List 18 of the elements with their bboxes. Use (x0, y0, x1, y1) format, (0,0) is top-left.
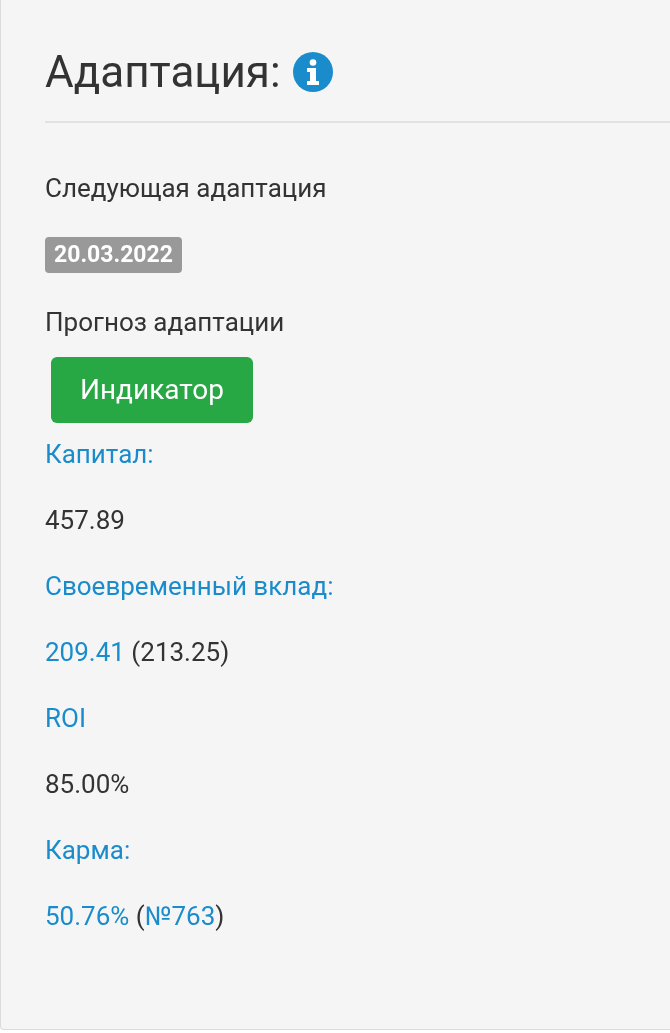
field-label: Карма: (45, 833, 131, 867)
section-title: Адаптация: (45, 46, 281, 99)
field-value: ) (215, 900, 225, 931)
field-label: Капитал: (45, 437, 154, 471)
field-label: Своевременный вклад: (45, 569, 334, 603)
field-value: 457.89 (45, 504, 125, 535)
field-value: 85.00% (45, 768, 130, 799)
forecast-label: Прогноз адаптации (45, 305, 285, 339)
date-badge: 20.03.2022 (45, 236, 182, 273)
value-link[interactable]: 209.41 (45, 636, 125, 667)
info-icon[interactable] (292, 52, 333, 93)
next-adaptation-label: Следующая адаптация (45, 171, 327, 205)
field-label: ROI (45, 701, 86, 735)
value-link[interactable]: №763 (144, 900, 216, 931)
field-value: ( (134, 900, 145, 931)
indicator-button[interactable]: Индикатор (51, 356, 253, 423)
field-value: (213.25) (130, 636, 230, 667)
value-link[interactable]: 50.76% (45, 900, 130, 931)
